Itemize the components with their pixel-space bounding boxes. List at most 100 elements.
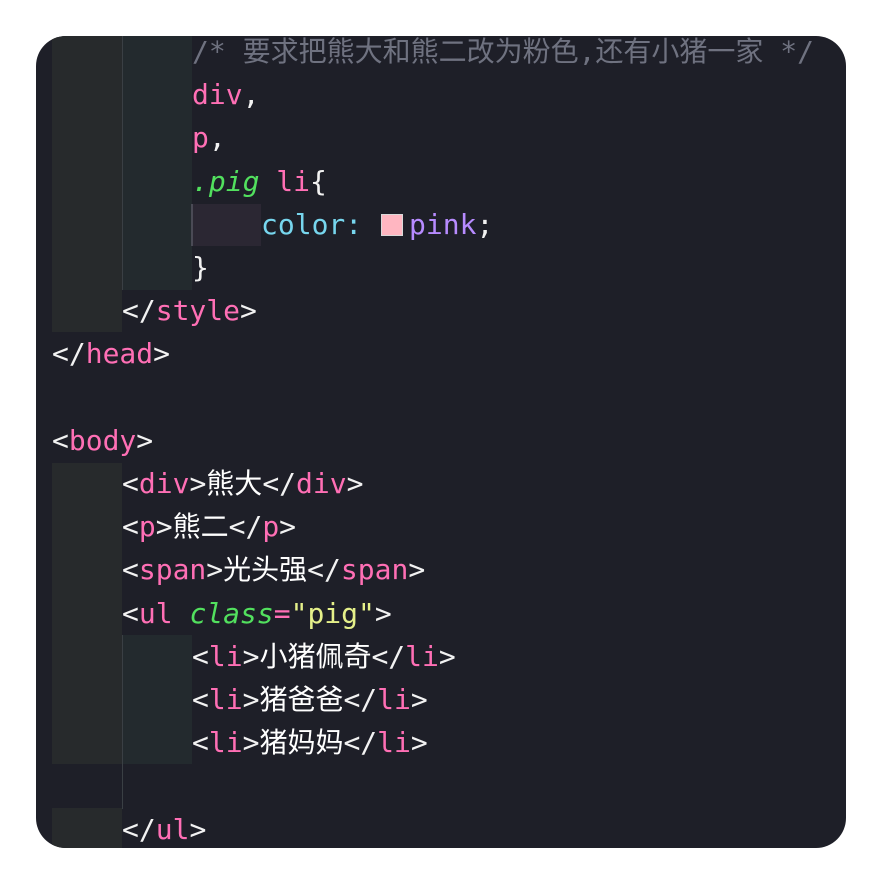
code-token: 猪爸爸 (259, 683, 344, 716)
code-token: , (242, 78, 260, 112)
code-token: > (242, 639, 260, 673)
code-line[interactable]: .pig li{ (192, 160, 327, 203)
code-line[interactable]: <li>猪爸爸</li> (192, 678, 428, 721)
code-token: </ (371, 639, 406, 673)
code-token: > (242, 683, 260, 716)
indent-guide (122, 635, 192, 764)
code-token: li (208, 683, 243, 716)
code-line[interactable]: <div>熊大</div> (122, 462, 363, 505)
code-token: /* 要求把熊大和熊二改为粉色,还有小猪一家 */ (192, 36, 815, 68)
indent-guide-line (122, 36, 123, 290)
code-token: > (346, 467, 364, 500)
code-line[interactable]: <body> (52, 419, 153, 462)
code-token: </ (307, 553, 341, 587)
code-line[interactable]: <p>熊二</p> (122, 505, 296, 548)
code-token: head (85, 337, 154, 371)
code-token: p (138, 510, 156, 544)
code-token: </ (343, 683, 378, 716)
code-token: < (122, 467, 139, 500)
code-token: ul (155, 812, 190, 846)
code-token: 熊大 (206, 467, 263, 500)
code-editor-window: /* 要求把熊大和熊二改为粉色,还有小猪一家 */div, p, .pig li{c… (36, 36, 846, 848)
code-token: < (52, 423, 69, 457)
code-token: "pig" (290, 596, 375, 630)
indent-guide (122, 36, 192, 290)
code-token: < (122, 510, 139, 544)
code-token: > (155, 510, 173, 544)
code-token: color (261, 207, 346, 241)
code-token: .pig (192, 164, 260, 198)
indent-guide (52, 463, 122, 764)
code-token: < (122, 553, 139, 587)
code-line[interactable]: </style> (122, 289, 257, 332)
code-token: > (189, 467, 207, 500)
code-token: </ (52, 337, 86, 371)
code-token: li (208, 726, 243, 760)
code-token: ; (476, 207, 494, 241)
code-token: > (408, 553, 426, 587)
code-line[interactable]: /* 要求把熊大和熊二改为粉色,还有小猪一家 */ (192, 36, 814, 73)
code-token: > (153, 337, 171, 371)
code-token: div (192, 78, 243, 112)
code-token: </ (122, 294, 156, 328)
code-token: 猪妈妈 (259, 726, 344, 760)
code-line[interactable]: <span>光头强</span> (122, 548, 425, 591)
code-token: 小猪佩奇 (259, 639, 372, 673)
code-token: li (276, 164, 311, 198)
code-token: > (189, 812, 207, 846)
code-token: > (242, 726, 260, 760)
code-token: div (138, 467, 190, 500)
code-token: > (438, 639, 456, 673)
code-token: </ (343, 726, 378, 760)
code-token: : (345, 207, 380, 241)
code-token: </ (262, 467, 297, 500)
active-indent-marker (191, 204, 261, 246)
code-line[interactable]: <ul class="pig"> (122, 592, 392, 635)
code-line[interactable]: </head> (52, 332, 170, 375)
code-token: style (155, 294, 241, 328)
code-line[interactable]: <li>猪妈妈</li> (192, 721, 428, 764)
code-token: body (68, 423, 137, 457)
code-line[interactable]: </ul> (122, 808, 206, 848)
code-token: > (240, 294, 257, 328)
code-token: , (208, 121, 226, 155)
code-token: class (189, 596, 274, 630)
code-token: > (206, 553, 224, 587)
indent-guide (52, 808, 122, 848)
code-token: li (405, 639, 439, 673)
code-token: < (192, 639, 209, 673)
code-token: span (138, 553, 207, 587)
code-token: > (279, 510, 297, 544)
code-token: > (374, 596, 392, 630)
code-line[interactable]: p, (192, 116, 226, 159)
code-line[interactable]: <li>小猪佩奇</li> (192, 635, 456, 678)
code-token: ul (138, 596, 173, 630)
code-token: 光头强 (223, 553, 308, 587)
code-token: = (273, 596, 291, 630)
code-token: li (208, 639, 243, 673)
code-line[interactable]: div, (192, 73, 259, 116)
code-token: { (310, 164, 327, 198)
code-token: li (377, 683, 411, 716)
code-token: p (262, 510, 280, 544)
code-token: p (192, 121, 209, 155)
color-swatch[interactable] (381, 213, 404, 236)
code-token: 熊二 (172, 510, 229, 544)
code-line[interactable]: } (192, 246, 209, 289)
code-token: < (192, 726, 209, 760)
code-token: > (410, 683, 428, 716)
code-token: > (410, 726, 428, 760)
code-token: < (192, 683, 209, 716)
code-line[interactable]: color: pink; (261, 203, 493, 246)
code-token: </ (122, 812, 156, 846)
code-token: li (377, 726, 411, 760)
code-token: </ (228, 510, 263, 544)
code-token: < (122, 596, 139, 630)
code-token: span (340, 553, 409, 587)
indent-guide (52, 36, 122, 332)
code-token: } (192, 251, 209, 284)
indent-guide-line (122, 635, 123, 809)
code-token: > (136, 423, 154, 457)
